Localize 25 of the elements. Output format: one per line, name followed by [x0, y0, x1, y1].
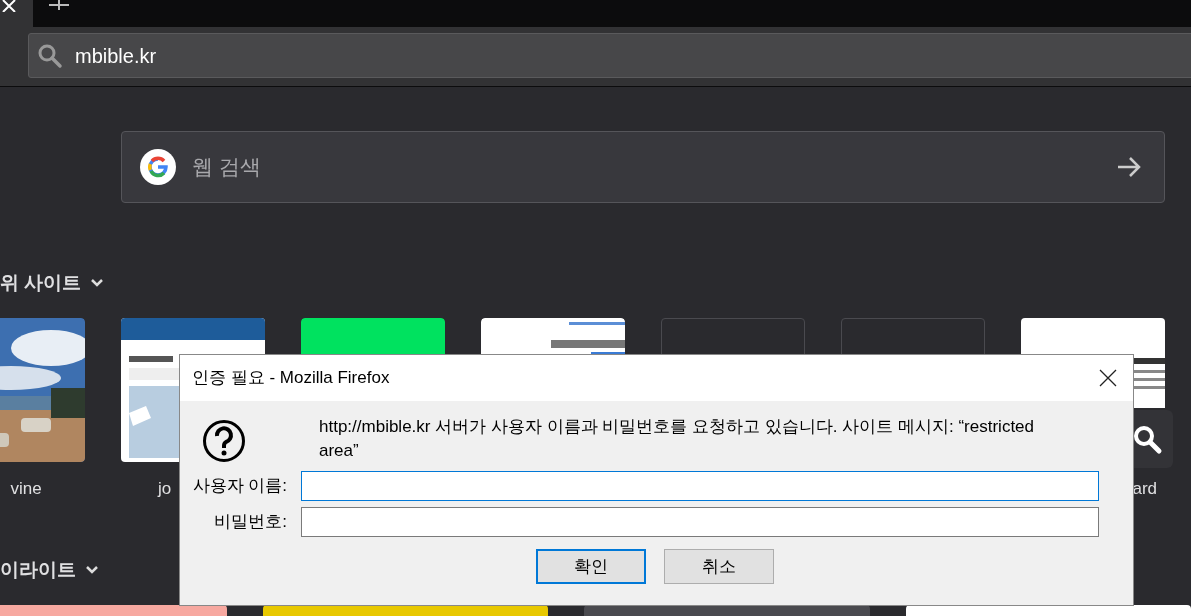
address-bar[interactable]: mbible.kr — [28, 33, 1191, 78]
tile-label[interactable]: vine — [10, 475, 42, 501]
address-text: mbible.kr — [75, 43, 157, 69]
question-icon — [202, 419, 246, 463]
section-heading: 이라이트 — [0, 558, 76, 582]
chevron-down-icon[interactable] — [91, 279, 104, 288]
tile-label[interactable]: jo — [158, 475, 172, 501]
search-placeholder: 웹 검색 — [192, 154, 262, 181]
dialog-title: 인증 필요 - Mozilla Firefox — [192, 367, 391, 390]
chevron-down-icon[interactable] — [86, 566, 98, 575]
password-field[interactable] — [301, 507, 1099, 537]
close-icon[interactable] — [1099, 369, 1117, 387]
ok-button[interactable]: 확인 — [536, 549, 646, 584]
dialog-message: http://mbible.kr 서버가 사용자 이름과 비밀번호를 요청하고 있습니다. 사이트 메시지: “restricted area” — [319, 416, 1035, 462]
search-icon — [37, 42, 63, 69]
google-icon — [140, 149, 176, 185]
arrow-right-icon[interactable] — [1116, 156, 1142, 178]
username-field[interactable] — [301, 471, 1099, 501]
field-label: 비밀번호: — [214, 511, 287, 534]
new-tab-icon[interactable] — [49, 0, 69, 10]
section-heading: 위 사이트 — [0, 271, 82, 295]
field-label: 사용자 이름: — [192, 475, 287, 498]
tile-label[interactable]: ard — [1132, 475, 1157, 501]
web-search-field[interactable]: 웹 검색 — [121, 131, 1165, 203]
cancel-button[interactable]: 취소 — [664, 549, 774, 584]
